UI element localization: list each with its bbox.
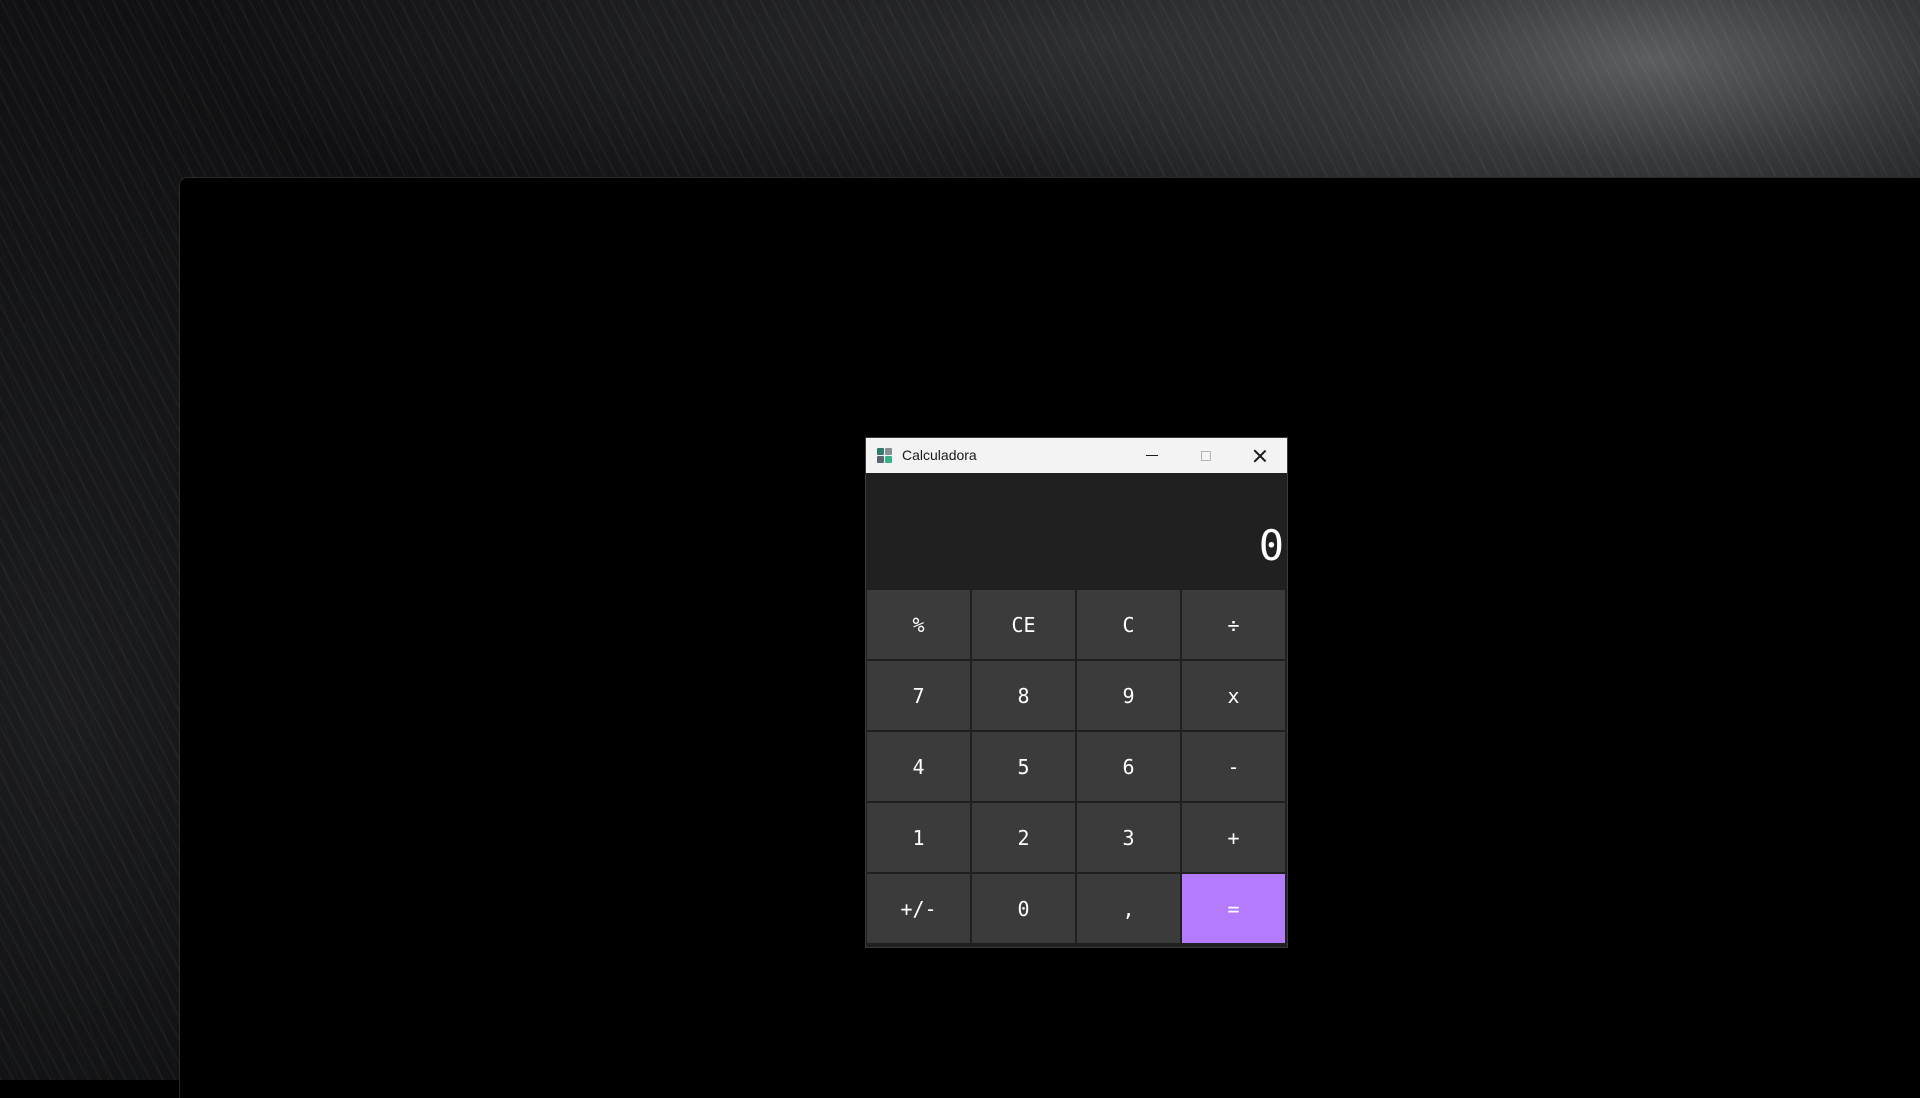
minimize-icon (1146, 455, 1158, 456)
digit-6-button[interactable]: 6 (1077, 732, 1180, 801)
display-value: 0 (1258, 521, 1284, 570)
digit-3-button[interactable]: 3 (1077, 803, 1180, 872)
digit-0-button[interactable]: 0 (972, 874, 1075, 943)
maximize-button[interactable] (1179, 438, 1233, 473)
clear-entry-button[interactable]: CE (972, 590, 1075, 659)
title-bar[interactable]: Calculadora (866, 438, 1287, 473)
calculator-window: Calculadora 0 % CE C ÷ 7 8 9 x 4 5 6 - 1… (866, 438, 1287, 947)
digit-4-button[interactable]: 4 (867, 732, 970, 801)
digit-2-button[interactable]: 2 (972, 803, 1075, 872)
close-icon (1253, 449, 1267, 463)
maximize-icon (1201, 450, 1211, 461)
close-button[interactable] (1233, 438, 1287, 473)
minimize-button[interactable] (1125, 438, 1179, 473)
digit-9-button[interactable]: 9 (1077, 661, 1180, 730)
clear-button[interactable]: C (1077, 590, 1180, 659)
equals-button[interactable]: = (1182, 874, 1285, 943)
digit-7-button[interactable]: 7 (867, 661, 970, 730)
result-display: 0 (866, 473, 1287, 588)
subtract-button[interactable]: - (1182, 732, 1285, 801)
percent-button[interactable]: % (867, 590, 970, 659)
negate-button[interactable]: +/- (867, 874, 970, 943)
add-button[interactable]: + (1182, 803, 1285, 872)
digit-1-button[interactable]: 1 (867, 803, 970, 872)
digit-8-button[interactable]: 8 (972, 661, 1075, 730)
decimal-separator-button[interactable]: , (1077, 874, 1180, 943)
divide-button[interactable]: ÷ (1182, 590, 1285, 659)
multiply-button[interactable]: x (1182, 661, 1285, 730)
digit-5-button[interactable]: 5 (972, 732, 1075, 801)
window-title: Calculadora (902, 447, 977, 463)
calculator-icon (877, 448, 892, 463)
keypad: % CE C ÷ 7 8 9 x 4 5 6 - 1 2 3 + +/- 0 ,… (867, 590, 1287, 943)
